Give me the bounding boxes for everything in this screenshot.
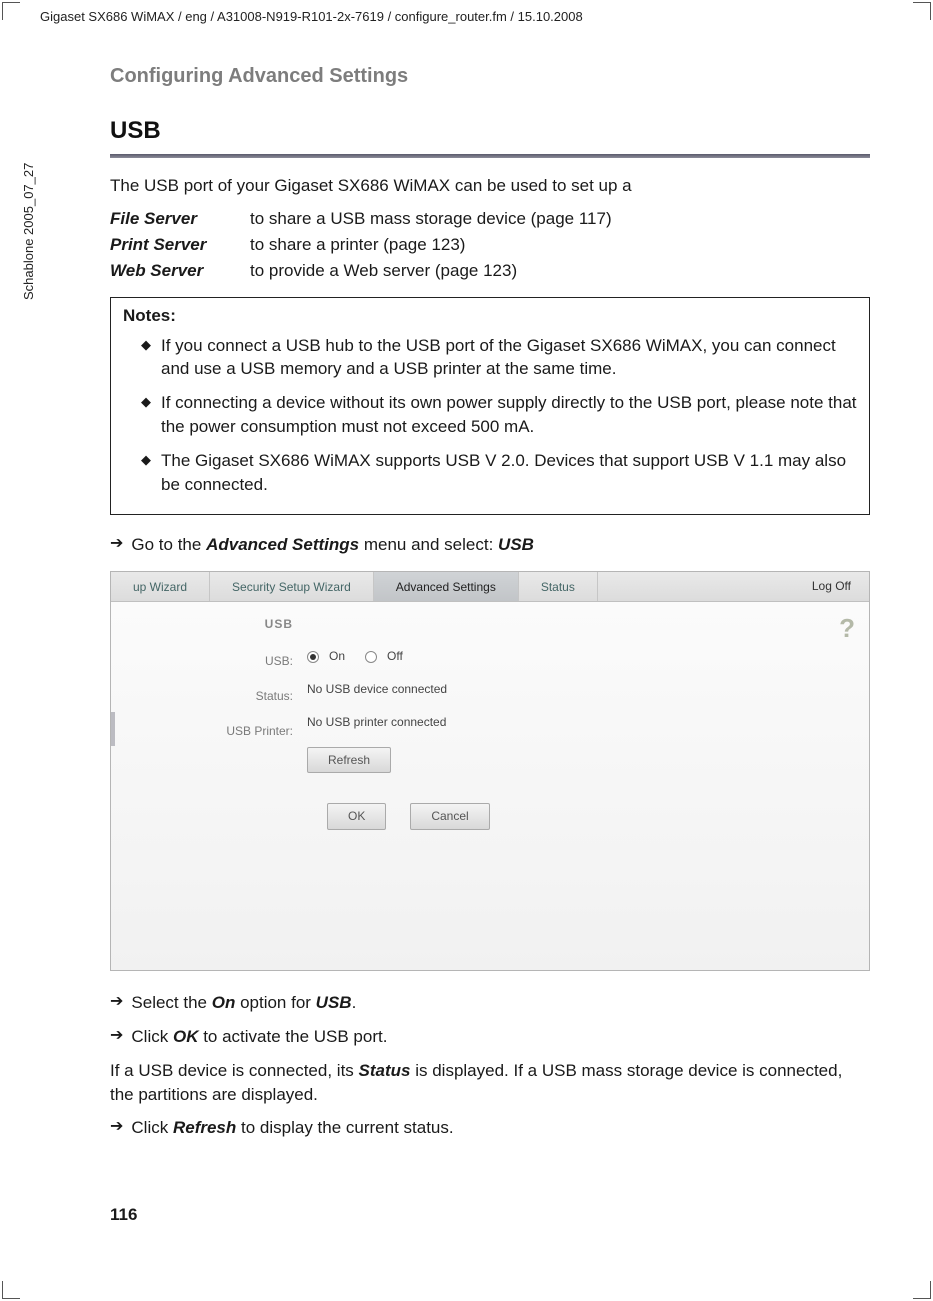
def-row: Print Serverto share a printer (page 123… <box>110 233 870 257</box>
intro-text: The USB port of your Gigaset SX686 WiMAX… <box>110 174 870 198</box>
radio-on[interactable] <box>307 651 319 663</box>
page-title: USB <box>110 114 870 148</box>
tab-status[interactable]: Status <box>519 572 598 601</box>
radio-off[interactable] <box>365 651 377 663</box>
router-body: USB USB: Status: USB Printer: On Off No … <box>111 602 869 830</box>
tab-bar: up Wizard Security Setup Wizard Advanced… <box>111 572 869 602</box>
t: On <box>212 993 236 1012</box>
heading-underline <box>110 154 870 158</box>
arrow-right-icon: ➔ <box>110 1025 123 1047</box>
t: Click <box>131 1027 173 1046</box>
cancel-button[interactable]: Cancel <box>410 803 489 830</box>
def-row: File Serverto share a USB mass storage d… <box>110 207 870 231</box>
t: option for <box>235 993 315 1012</box>
status-value: No USB device connected <box>307 681 869 698</box>
def-row: Web Serverto provide a Web server (page … <box>110 259 870 283</box>
spacer <box>307 616 869 632</box>
refresh-button[interactable]: Refresh <box>307 747 391 774</box>
usb-printer-value: No USB printer connected <box>307 714 869 731</box>
note-item: The Gigaset SX686 WiMAX supports USB V 2… <box>141 449 857 497</box>
definition-table: File Serverto share a USB mass storage d… <box>110 207 870 282</box>
doc-header-path: Gigaset SX686 WiMAX / eng / A31008-N919-… <box>40 8 583 26</box>
notes-title: Notes: <box>123 304 857 328</box>
step-line: ➔ Click Refresh to display the current s… <box>110 1116 870 1140</box>
t: Status <box>359 1061 411 1080</box>
arrow-right-icon: ➔ <box>110 991 123 1013</box>
panel-title: USB <box>111 616 293 633</box>
def-term: Print Server <box>110 233 250 257</box>
t: OK <box>173 1027 199 1046</box>
router-labels-column: USB USB: Status: USB Printer: <box>111 616 307 830</box>
t: Click <box>131 1118 173 1137</box>
step-text: Click Refresh to display the current sta… <box>131 1116 870 1140</box>
t: Go to the <box>131 535 206 554</box>
ok-cancel-row: OK Cancel <box>307 803 869 830</box>
def-desc: to share a printer (page 123) <box>250 233 870 257</box>
label-usb-printer: USB Printer: <box>111 723 293 740</box>
def-term: File Server <box>110 207 250 231</box>
step-line: ➔ Select the On option for USB. <box>110 991 870 1015</box>
notes-list: If you connect a USB hub to the USB port… <box>123 334 857 497</box>
refresh-row: Refresh <box>307 747 869 774</box>
radio-off-label: Off <box>387 648 403 665</box>
step-line: ➔ Go to the Advanced Settings menu and s… <box>110 533 870 557</box>
t: Advanced Settings <box>206 535 359 554</box>
t: . <box>352 993 357 1012</box>
t: to activate the USB port. <box>198 1027 387 1046</box>
note-item: If connecting a device without its own p… <box>141 391 857 439</box>
label-status: Status: <box>111 688 293 705</box>
radio-on-label: On <box>329 648 345 665</box>
def-desc: to share a USB mass storage device (page… <box>250 207 870 231</box>
router-ui-screenshot: up Wizard Security Setup Wizard Advanced… <box>110 571 870 971</box>
t: Refresh <box>173 1118 236 1137</box>
t: USB <box>498 535 534 554</box>
left-edge-decoration <box>111 712 115 746</box>
tab-security-setup-wizard[interactable]: Security Setup Wizard <box>210 572 374 601</box>
step-text: Click OK to activate the USB port. <box>131 1025 870 1049</box>
tab-setup-wizard[interactable]: up Wizard <box>111 572 210 601</box>
router-values-column: On Off No USB device connected No USB pr… <box>307 616 869 830</box>
note-item: If you connect a USB hub to the USB port… <box>141 334 857 382</box>
page-content: Configuring Advanced Settings USB The US… <box>110 62 870 1150</box>
t: Select the <box>131 993 211 1012</box>
arrow-right-icon: ➔ <box>110 1116 123 1138</box>
step-line: ➔ Click OK to activate the USB port. <box>110 1025 870 1049</box>
t: If a USB device is connected, its <box>110 1061 359 1080</box>
arrow-right-icon: ➔ <box>110 533 123 555</box>
page-number: 116 <box>110 1203 137 1227</box>
help-icon[interactable]: ? <box>839 610 855 646</box>
usb-on-off-row: On Off <box>307 648 869 665</box>
def-term: Web Server <box>110 259 250 283</box>
t: USB <box>316 993 352 1012</box>
step-text: Select the On option for USB. <box>131 991 870 1015</box>
tab-advanced-settings[interactable]: Advanced Settings <box>374 572 519 601</box>
ok-button[interactable]: OK <box>327 803 386 830</box>
paragraph: If a USB device is connected, its Status… <box>110 1059 870 1107</box>
logoff-link[interactable]: Log Off <box>812 578 851 595</box>
notes-box: Notes: If you connect a USB hub to the U… <box>110 297 870 516</box>
t: to display the current status. <box>236 1118 453 1137</box>
def-desc: to provide a Web server (page 123) <box>250 259 870 283</box>
label-usb: USB: <box>111 653 293 670</box>
section-heading: Configuring Advanced Settings <box>110 62 870 90</box>
t: menu and select: <box>359 535 498 554</box>
template-side-label: Schablone 2005_07_27 <box>20 163 38 300</box>
step-text: Go to the Advanced Settings menu and sel… <box>131 533 870 557</box>
